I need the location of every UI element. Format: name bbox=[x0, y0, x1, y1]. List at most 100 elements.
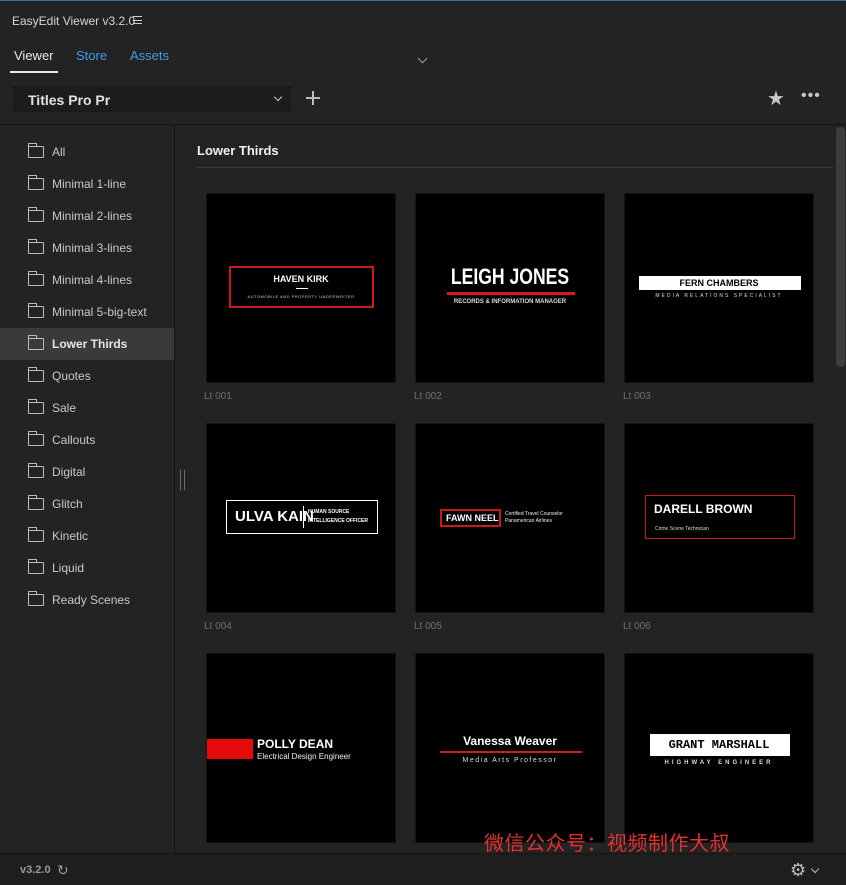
sidebar-item-minimal-3-lines[interactable]: Minimal 3-lines bbox=[0, 232, 174, 264]
thumbnail-subtitle-line1: Certified Travel Counselor bbox=[505, 511, 563, 517]
sidebar-item-label: Sale bbox=[52, 401, 77, 415]
sidebar-item-liquid[interactable]: Liquid bbox=[0, 552, 174, 584]
folder-icon bbox=[27, 207, 44, 222]
sidebar-item-label: Minimal 4-lines bbox=[52, 273, 133, 287]
thumbnail-subtitle: Crime Scene Technician bbox=[655, 526, 709, 532]
folder-icon bbox=[27, 143, 44, 158]
divider bbox=[296, 288, 308, 289]
template-thumbnail-lt-003[interactable]: FERN CHAMBERS MEDIA RELATIONS SPECIALIST bbox=[624, 193, 814, 383]
category-sidebar: All Minimal 1-line Minimal 2-lines Minim… bbox=[0, 125, 175, 853]
tab-viewer[interactable]: Viewer bbox=[14, 48, 54, 63]
folder-icon bbox=[27, 335, 44, 350]
toolbar: Titles Pro Pr ★ ••• bbox=[0, 80, 846, 120]
refresh-icon[interactable]: ↻ bbox=[57, 862, 69, 879]
chevron-down-icon[interactable] bbox=[417, 53, 428, 64]
active-tab-indicator bbox=[10, 71, 58, 73]
sidebar-item-glitch[interactable]: Glitch bbox=[0, 488, 174, 520]
sidebar-item-kinetic[interactable]: Kinetic bbox=[0, 520, 174, 552]
thumbnail-name: DARELL BROWN bbox=[654, 502, 753, 516]
folder-icon bbox=[27, 367, 44, 382]
sidebar-item-callouts[interactable]: Callouts bbox=[0, 424, 174, 456]
thumbnail-subtitle: AUTOMOBILE AND PROPERTY UNDERWRITER bbox=[247, 294, 355, 299]
sidebar-item-label: Quotes bbox=[52, 369, 91, 383]
thumbnail-subtitle: Media Arts Professor bbox=[462, 757, 558, 764]
thumbnail-subtitle: MEDIA RELATIONS SPECIALIST bbox=[655, 293, 783, 299]
tab-bar: Viewer Store Assets bbox=[0, 40, 846, 73]
scrollbar-thumb[interactable] bbox=[836, 127, 845, 367]
sidebar-item-label: Lower Thirds bbox=[52, 337, 128, 351]
pack-select[interactable]: Titles Pro Pr bbox=[13, 86, 291, 112]
folder-icon bbox=[27, 559, 44, 574]
sidebar-item-all[interactable]: All bbox=[0, 136, 174, 168]
add-pack-button[interactable] bbox=[305, 90, 321, 106]
sidebar-item-label: Liquid bbox=[52, 561, 85, 575]
app-title: EasyEdit Viewer v3.2.0 bbox=[12, 14, 136, 28]
folder-icon bbox=[27, 399, 44, 414]
template-thumbnail-lt-009[interactable]: GRANT MARSHALL HIGHWAY ENGINEER bbox=[624, 653, 814, 843]
template-thumbnail-lt-006[interactable]: DARELL BROWN Crime Scene Technician bbox=[624, 423, 814, 613]
sidebar-item-minimal-2-lines[interactable]: Minimal 2-lines bbox=[0, 200, 174, 232]
thumbnail-name: Vanessa Weaver bbox=[463, 734, 557, 748]
template-thumbnail-lt-004[interactable]: ULVA KAIN HUMAN SOURCE INTELLIGENCE OFFI… bbox=[206, 423, 396, 613]
sidebar-item-label: Minimal 5-big-text bbox=[52, 305, 147, 319]
sidebar-item-label: Ready Scenes bbox=[52, 593, 131, 607]
folder-icon bbox=[27, 463, 44, 478]
template-label: Lt 004 bbox=[204, 621, 232, 632]
sidebar-item-label: Minimal 1-line bbox=[52, 177, 127, 191]
sidebar-item-minimal-5-big-text[interactable]: Minimal 5-big-text bbox=[0, 296, 174, 328]
sidebar-item-sale[interactable]: Sale bbox=[0, 392, 174, 424]
title-bar: EasyEdit Viewer v3.2.0 bbox=[0, 0, 846, 40]
section-title: Lower Thirds bbox=[197, 143, 279, 158]
folder-icon bbox=[27, 175, 44, 190]
sidebar-item-label: Minimal 3-lines bbox=[52, 241, 133, 255]
sidebar-item-label: Digital bbox=[52, 465, 86, 479]
thumbnail-name: GRANT MARSHALL bbox=[668, 738, 770, 752]
template-thumbnail-lt-001[interactable]: HAVEN KIRK AUTOMOBILE AND PROPERTY UNDER… bbox=[206, 193, 396, 383]
template-label: Lt 005 bbox=[414, 621, 442, 632]
sidebar-item-quotes[interactable]: Quotes bbox=[0, 360, 174, 392]
pack-select-value: Titles Pro Pr bbox=[28, 92, 111, 108]
thumbnail-subtitle: RECORDS & INFORMATION MANAGER bbox=[453, 299, 567, 305]
thumbnail-subtitle-line2: Panamerican Airlines bbox=[505, 518, 552, 524]
template-thumbnail-lt-002[interactable]: LEIGH JONES RECORDS & INFORMATION MANAGE… bbox=[415, 193, 605, 383]
tab-assets[interactable]: Assets bbox=[130, 48, 169, 63]
sidebar-item-minimal-4-lines[interactable]: Minimal 4-lines bbox=[0, 264, 174, 296]
sidebar-item-ready-scenes[interactable]: Ready Scenes bbox=[0, 584, 174, 616]
template-thumbnail-lt-005[interactable]: FAWN NEEL Certified Travel Counselor Pan… bbox=[415, 423, 605, 613]
thumbnail-name: HAVEN KIRK bbox=[273, 274, 329, 284]
tab-store[interactable]: Store bbox=[76, 48, 107, 63]
menu-icon[interactable] bbox=[133, 16, 142, 24]
template-thumbnail-lt-007[interactable]: POLLY DEAN Electrical Design Engineer bbox=[206, 653, 396, 843]
sidebar-item-minimal-1-line[interactable]: Minimal 1-line bbox=[0, 168, 174, 200]
template-label: Lt 001 bbox=[204, 391, 232, 402]
sidebar-item-label: Minimal 2-lines bbox=[52, 209, 133, 223]
more-options-icon[interactable]: ••• bbox=[801, 87, 821, 105]
template-label: Lt 002 bbox=[414, 391, 442, 402]
folder-icon bbox=[27, 303, 44, 318]
thumbnail-name: FERN CHAMBERS bbox=[679, 278, 759, 288]
red-underline bbox=[440, 751, 582, 753]
sidebar-item-digital[interactable]: Digital bbox=[0, 456, 174, 488]
template-thumbnail-lt-008[interactable]: Vanessa Weaver Media Arts Professor bbox=[415, 653, 605, 843]
thumbnail-subtitle-line1: HUMAN SOURCE bbox=[308, 509, 350, 515]
red-underline bbox=[447, 292, 575, 295]
template-label: Lt 003 bbox=[623, 391, 651, 402]
version-label: v3.2.0 bbox=[20, 864, 51, 876]
folder-icon bbox=[27, 431, 44, 446]
thumbnail-name: FAWN NEEL bbox=[446, 513, 499, 523]
thumbnail-subtitle: HIGHWAY ENGINEER bbox=[664, 760, 774, 766]
folder-icon bbox=[27, 239, 44, 254]
template-grid-panel: Lower Thirds HAVEN KIRK AUTOMOBILE AND P… bbox=[176, 125, 846, 853]
thumbnail-subtitle: Electrical Design Engineer bbox=[257, 752, 351, 761]
folder-icon bbox=[27, 527, 44, 542]
chevron-down-icon[interactable] bbox=[810, 864, 820, 874]
divider bbox=[197, 167, 833, 168]
divider bbox=[303, 506, 304, 528]
folder-icon bbox=[27, 271, 44, 286]
sidebar-item-lower-thirds[interactable]: Lower Thirds bbox=[0, 328, 174, 360]
status-bar: v3.2.0 ↻ ⚙ bbox=[0, 853, 846, 885]
gear-icon[interactable]: ⚙ bbox=[790, 860, 806, 881]
folder-icon bbox=[27, 591, 44, 606]
red-block bbox=[207, 739, 253, 759]
star-icon[interactable]: ★ bbox=[767, 86, 785, 111]
